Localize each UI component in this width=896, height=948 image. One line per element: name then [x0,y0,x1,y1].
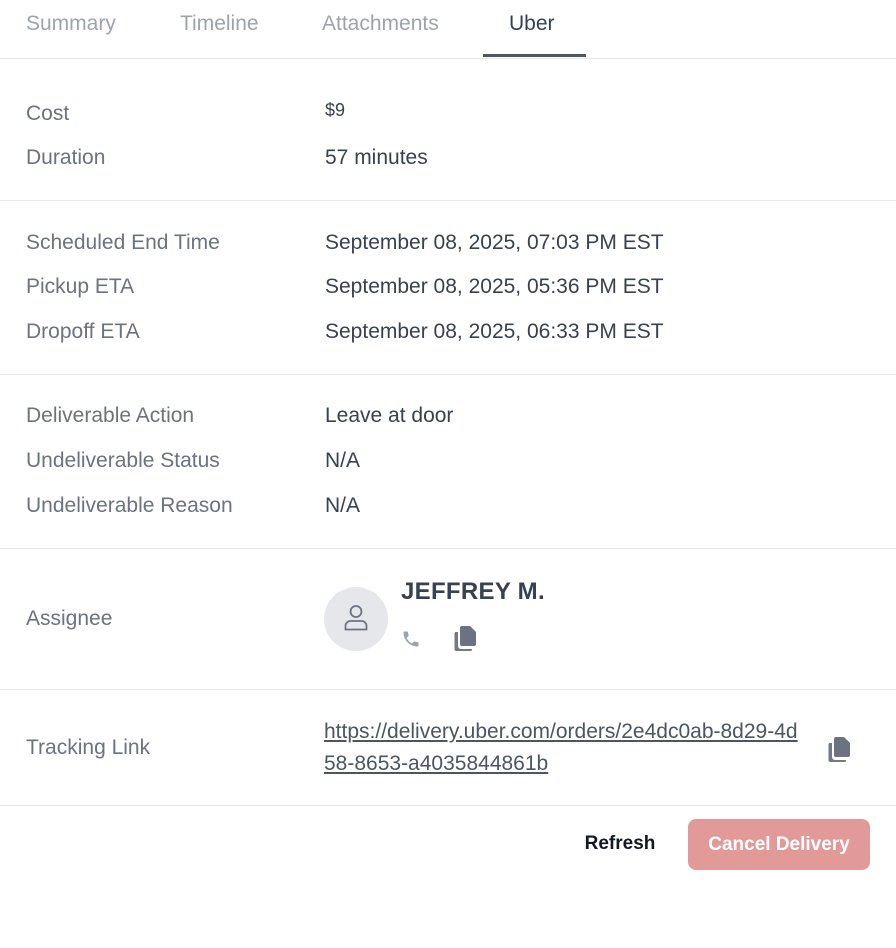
section-divider [0,805,896,806]
duration-label: Duration [26,146,106,169]
copy-icon[interactable] [452,624,478,652]
tab-uber[interactable]: Uber [509,12,555,36]
deliverable-action-label: Deliverable Action [26,404,195,427]
section-divider [0,689,896,690]
pickup-eta-value: September 08, 2025, 05:36 PM EST [325,275,664,298]
dropoff-eta-value: September 08, 2025, 06:33 PM EST [325,320,664,343]
active-tab-indicator [483,54,586,57]
copy-icon[interactable] [826,734,852,764]
dropoff-eta-label: Dropoff ETA [26,320,140,343]
refresh-button[interactable]: Refresh [572,822,668,866]
undeliverable-status-value: N/A [325,449,361,472]
tab-attachments[interactable]: Attachments [322,12,439,36]
phone-icon[interactable] [400,627,422,651]
tracking-link-label: Tracking Link [26,736,151,759]
undeliverable-reason-label: Undeliverable Reason [26,494,233,517]
section-divider [0,548,896,549]
cost-label: Cost [26,102,70,125]
tab-timeline[interactable]: Timeline [180,12,259,36]
tab-bar: Summary Timeline Attachments Uber [0,0,896,59]
section-divider [0,200,896,201]
tab-summary[interactable]: Summary [26,12,116,36]
undeliverable-status-label: Undeliverable Status [26,449,220,472]
scheduled-end-label: Scheduled End Time [26,231,220,254]
undeliverable-reason-value: N/A [325,494,361,517]
cancel-delivery-button[interactable]: Cancel Delivery [688,819,870,870]
pickup-eta-label: Pickup ETA [26,275,135,298]
assignee-label: Assignee [26,607,113,630]
section-divider [0,374,896,375]
assignee-name: JEFFREY M. [401,578,545,605]
avatar [324,587,388,651]
tracking-link[interactable]: https://delivery.uber.com/orders/2e4dc0a… [324,716,804,780]
cost-value: $9 [325,100,346,120]
user-icon [343,603,369,636]
duration-value: 57 minutes [325,146,428,169]
deliverable-action-value: Leave at door [325,404,454,427]
scheduled-end-value: September 08, 2025, 07:03 PM EST [325,231,664,254]
